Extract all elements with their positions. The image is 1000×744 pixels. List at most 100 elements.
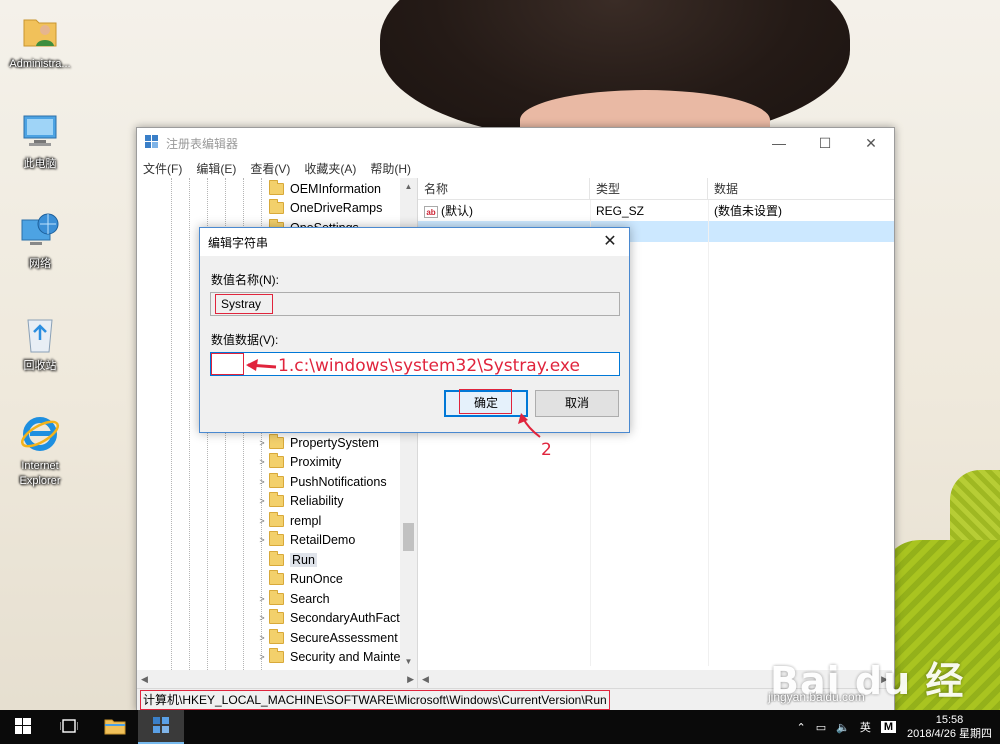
desktop-icon-label: 网络: [29, 258, 51, 270]
expand-chevron-icon[interactable]: >: [255, 438, 269, 448]
desktop-icon-internet-explorer[interactable]: Internet Explorer: [2, 412, 78, 489]
menu-favorites[interactable]: 收藏夹(A): [304, 160, 356, 177]
ok-highlight-box: [459, 389, 512, 414]
tree-item-label: RetailDemo: [290, 533, 356, 547]
tree-item[interactable]: > SecureAssessment: [255, 628, 398, 647]
dialog-title: 编辑字符串: [208, 235, 269, 250]
menu-edit[interactable]: 编辑(E): [196, 160, 236, 177]
tray-chevron-icon[interactable]: ⌃: [797, 721, 806, 734]
menu-view[interactable]: 查看(V): [250, 160, 290, 177]
menu-help[interactable]: 帮助(H): [370, 160, 411, 177]
expand-chevron-icon[interactable]: >: [255, 652, 269, 662]
minimize-button[interactable]: —: [756, 128, 802, 158]
internet-explorer-icon: [18, 412, 62, 456]
folder-icon: [269, 492, 284, 507]
network-icon: [18, 210, 62, 254]
column-name[interactable]: 名称: [418, 178, 590, 200]
task-view-button[interactable]: [46, 710, 92, 744]
scroll-left-icon[interactable]: ◀: [422, 674, 429, 685]
column-data[interactable]: 数据: [708, 178, 888, 200]
baidu-watermark-site: jingyan.baidu.com: [768, 690, 865, 704]
tree-item[interactable]: > Proximity: [255, 453, 341, 472]
value-name-label: 数值名称(N):: [211, 273, 279, 287]
tree-horizontal-scrollbar[interactable]: ◀ ▶: [137, 670, 417, 688]
menu-file[interactable]: 文件(F): [143, 160, 182, 177]
step-1-annotation: 1.c:\windows\system32\Systray.exe: [278, 356, 580, 376]
dialog-titlebar[interactable]: 编辑字符串: [200, 228, 629, 256]
close-icon: ✕: [865, 134, 877, 151]
expand-chevron-icon[interactable]: >: [255, 477, 269, 487]
close-icon: ✕: [603, 233, 617, 250]
tree-item[interactable]: RunOnce: [255, 570, 343, 589]
tree-item-label: OneDriveRamps: [290, 201, 383, 215]
expand-chevron-icon[interactable]: >: [255, 535, 269, 545]
tree-item[interactable]: OEMInformation: [255, 179, 381, 198]
desktop-icon-label: Administra...: [9, 58, 71, 70]
tree-item[interactable]: > Search: [255, 589, 330, 608]
value-data: (数值未设置): [714, 204, 782, 218]
expand-chevron-icon[interactable]: >: [255, 613, 269, 623]
value-name-field[interactable]: Systray: [210, 292, 620, 316]
scroll-right-icon[interactable]: ▶: [407, 674, 414, 685]
taskbar-clock[interactable]: 15:58 2018/4/26 星期四: [907, 713, 992, 741]
expand-chevron-icon[interactable]: >: [255, 457, 269, 467]
tree-item[interactable]: > Reliability: [255, 492, 344, 511]
value-row-default[interactable]: ab (默认) REG_SZ (数值未设置): [418, 200, 894, 221]
tree-item-label: RunOnce: [290, 572, 343, 586]
close-button[interactable]: ✕: [848, 128, 894, 158]
tree-item-label: Reliability: [290, 494, 344, 508]
dialog-close-button[interactable]: ✕: [597, 231, 623, 253]
scroll-thumb[interactable]: [403, 523, 414, 551]
clock-time: 15:58: [935, 714, 964, 726]
desktop-icon-label: 此电脑: [23, 158, 57, 170]
maximize-icon: ☐: [818, 134, 832, 151]
tree-item-label: rempl: [290, 513, 322, 528]
task-view-icon: [59, 718, 79, 736]
window-title: 注册表编辑器: [166, 136, 239, 151]
desktop-icon-administrator[interactable]: Administra...: [2, 10, 78, 72]
expand-chevron-icon[interactable]: >: [255, 516, 269, 526]
maximize-button[interactable]: ☐: [802, 128, 848, 158]
desktop-icon-recycle-bin[interactable]: 回收站: [2, 312, 78, 374]
clock-date: 2018/4/26 星期四: [907, 728, 992, 740]
tree-item-label: SecureAssessment: [290, 630, 398, 645]
folder-icon: [269, 648, 284, 663]
tree-item[interactable]: > RetailDemo: [255, 531, 355, 550]
tree-item[interactable]: > PropertySystem: [255, 433, 379, 452]
taskbar-file-explorer[interactable]: [92, 710, 138, 744]
start-button[interactable]: [0, 710, 46, 744]
tree-item-label: PushNotifications: [290, 474, 387, 489]
tree-item[interactable]: > SecondaryAuthFact: [255, 609, 400, 628]
scroll-up-icon[interactable]: ▲: [400, 178, 417, 195]
ime-mode-indicator[interactable]: M: [880, 721, 896, 733]
taskbar-registry-editor[interactable]: [138, 710, 184, 744]
desktop-icon-label: 回收站: [23, 360, 57, 372]
scroll-left-icon[interactable]: ◀: [141, 674, 148, 685]
value-data-label: 数值数据(V):: [211, 333, 279, 347]
tree-item[interactable]: Run: [255, 550, 317, 569]
tree-item[interactable]: OneDriveRamps: [255, 199, 382, 218]
tree-item[interactable]: > rempl: [255, 511, 321, 530]
cancel-label: 取消: [564, 396, 589, 410]
ime-language-indicator[interactable]: 英: [860, 719, 871, 735]
column-type[interactable]: 类型: [590, 178, 708, 200]
taskbar: ⌃ ▭ 🔈 英 M 15:58 2018/4/26 星期四: [0, 710, 1000, 744]
folder-icon: [269, 453, 284, 468]
tree-item-label: Run: [290, 552, 317, 567]
folder-icon: [269, 179, 284, 195]
volume-icon[interactable]: 🔈: [836, 721, 850, 734]
list-column-header: 名称 类型 数据: [418, 178, 894, 200]
desktop-icon-this-pc[interactable]: 此电脑: [2, 110, 78, 172]
this-pc-icon: [18, 110, 62, 154]
cancel-button[interactable]: 取消: [535, 390, 619, 417]
expand-chevron-icon[interactable]: >: [255, 496, 269, 506]
tree-item[interactable]: > Security and Mainte: [255, 648, 400, 667]
desktop-icon-network[interactable]: 网络: [2, 210, 78, 272]
expand-chevron-icon[interactable]: >: [255, 594, 269, 604]
expand-chevron-icon[interactable]: >: [255, 633, 269, 643]
tree-item[interactable]: > PushNotifications: [255, 472, 387, 491]
network-status-icon[interactable]: ▭: [816, 721, 826, 734]
edit-string-dialog: 编辑字符串 ✕ 数值名称(N): Systray 数值数据(V): 确定 取消: [199, 227, 630, 433]
scroll-down-icon[interactable]: ▼: [400, 653, 417, 670]
folder-icon: [269, 589, 284, 605]
